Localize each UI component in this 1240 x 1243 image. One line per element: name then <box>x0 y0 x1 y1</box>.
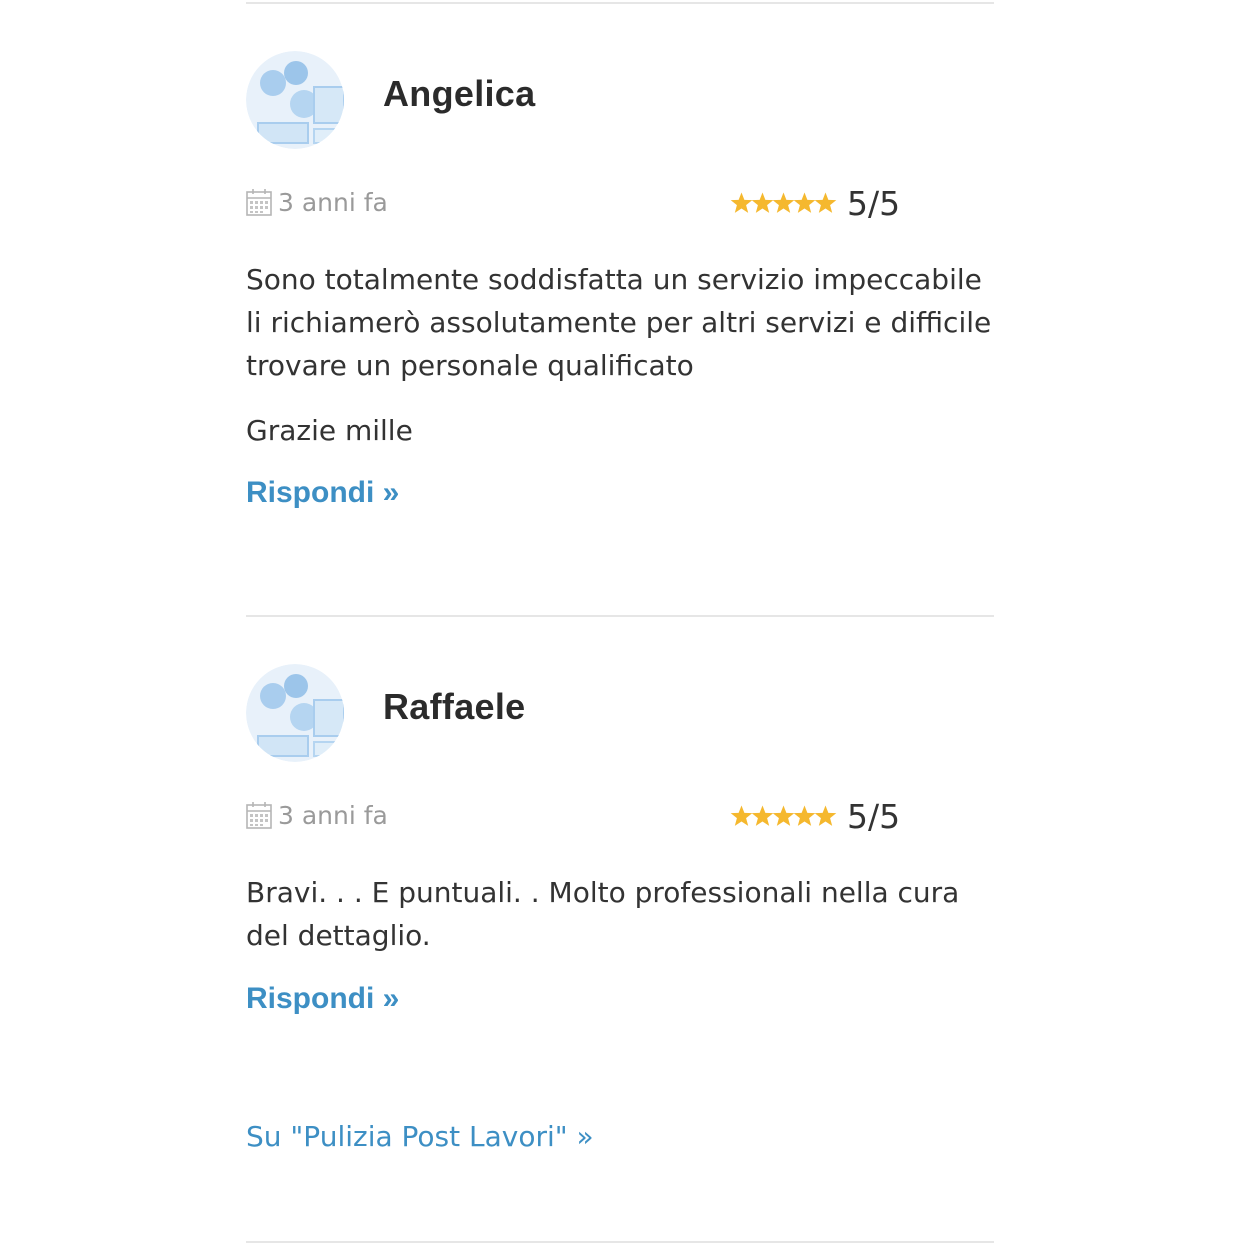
star-icon <box>814 192 837 213</box>
star-icon <box>730 805 753 826</box>
review-rating: 5/5 <box>730 796 900 836</box>
star-icon <box>814 805 837 826</box>
star-icon <box>751 192 774 213</box>
review-text: Sono totalmente soddisfatta un servizio … <box>246 258 994 452</box>
reply-link[interactable]: Rispondi » <box>246 982 399 1016</box>
star-icon <box>751 805 774 826</box>
star-icon <box>793 192 816 213</box>
review-date: 3 anni fa <box>246 798 388 832</box>
review-date: 3 anni fa <box>246 185 388 219</box>
star-icon <box>730 192 753 213</box>
rating-value: 5/5 <box>847 796 901 836</box>
review-rating: 5/5 <box>730 183 900 223</box>
review-author: Raffaele <box>383 686 526 727</box>
star-icon <box>793 805 816 826</box>
review-date-text: 3 anni fa <box>278 187 388 217</box>
review-paragraph: Sono totalmente soddisfatta un servizio … <box>246 263 992 382</box>
review-date-text: 3 anni fa <box>278 800 388 830</box>
star-icon <box>772 805 795 826</box>
review-author: Angelica <box>383 73 536 114</box>
rating-value: 5/5 <box>847 183 901 223</box>
review-divider <box>246 615 994 617</box>
review-card: Raffaele 3 anni fa 5/5 Bravi. . . E punt… <box>246 664 994 1024</box>
default-avatar-icon <box>246 664 344 762</box>
review-card: Angelica 3 anni fa 5/5 Sono totalmente s… <box>246 51 994 521</box>
star-icon <box>772 192 795 213</box>
review-text: Bravi. . . E puntuali. . Molto professio… <box>246 871 994 957</box>
reply-link[interactable]: Rispondi » <box>246 476 399 510</box>
review-paragraph: Bravi. . . E puntuali. . Molto professio… <box>246 876 960 952</box>
calendar-icon <box>246 188 272 216</box>
review-paragraph: Grazie mille <box>246 414 413 447</box>
service-category-link[interactable]: Su "Pulizia Post Lavori" » <box>246 1120 594 1153</box>
rating-stars <box>730 192 837 214</box>
top-divider <box>246 2 994 4</box>
default-avatar-icon <box>246 51 344 149</box>
calendar-icon <box>246 801 272 829</box>
rating-stars <box>730 805 837 827</box>
